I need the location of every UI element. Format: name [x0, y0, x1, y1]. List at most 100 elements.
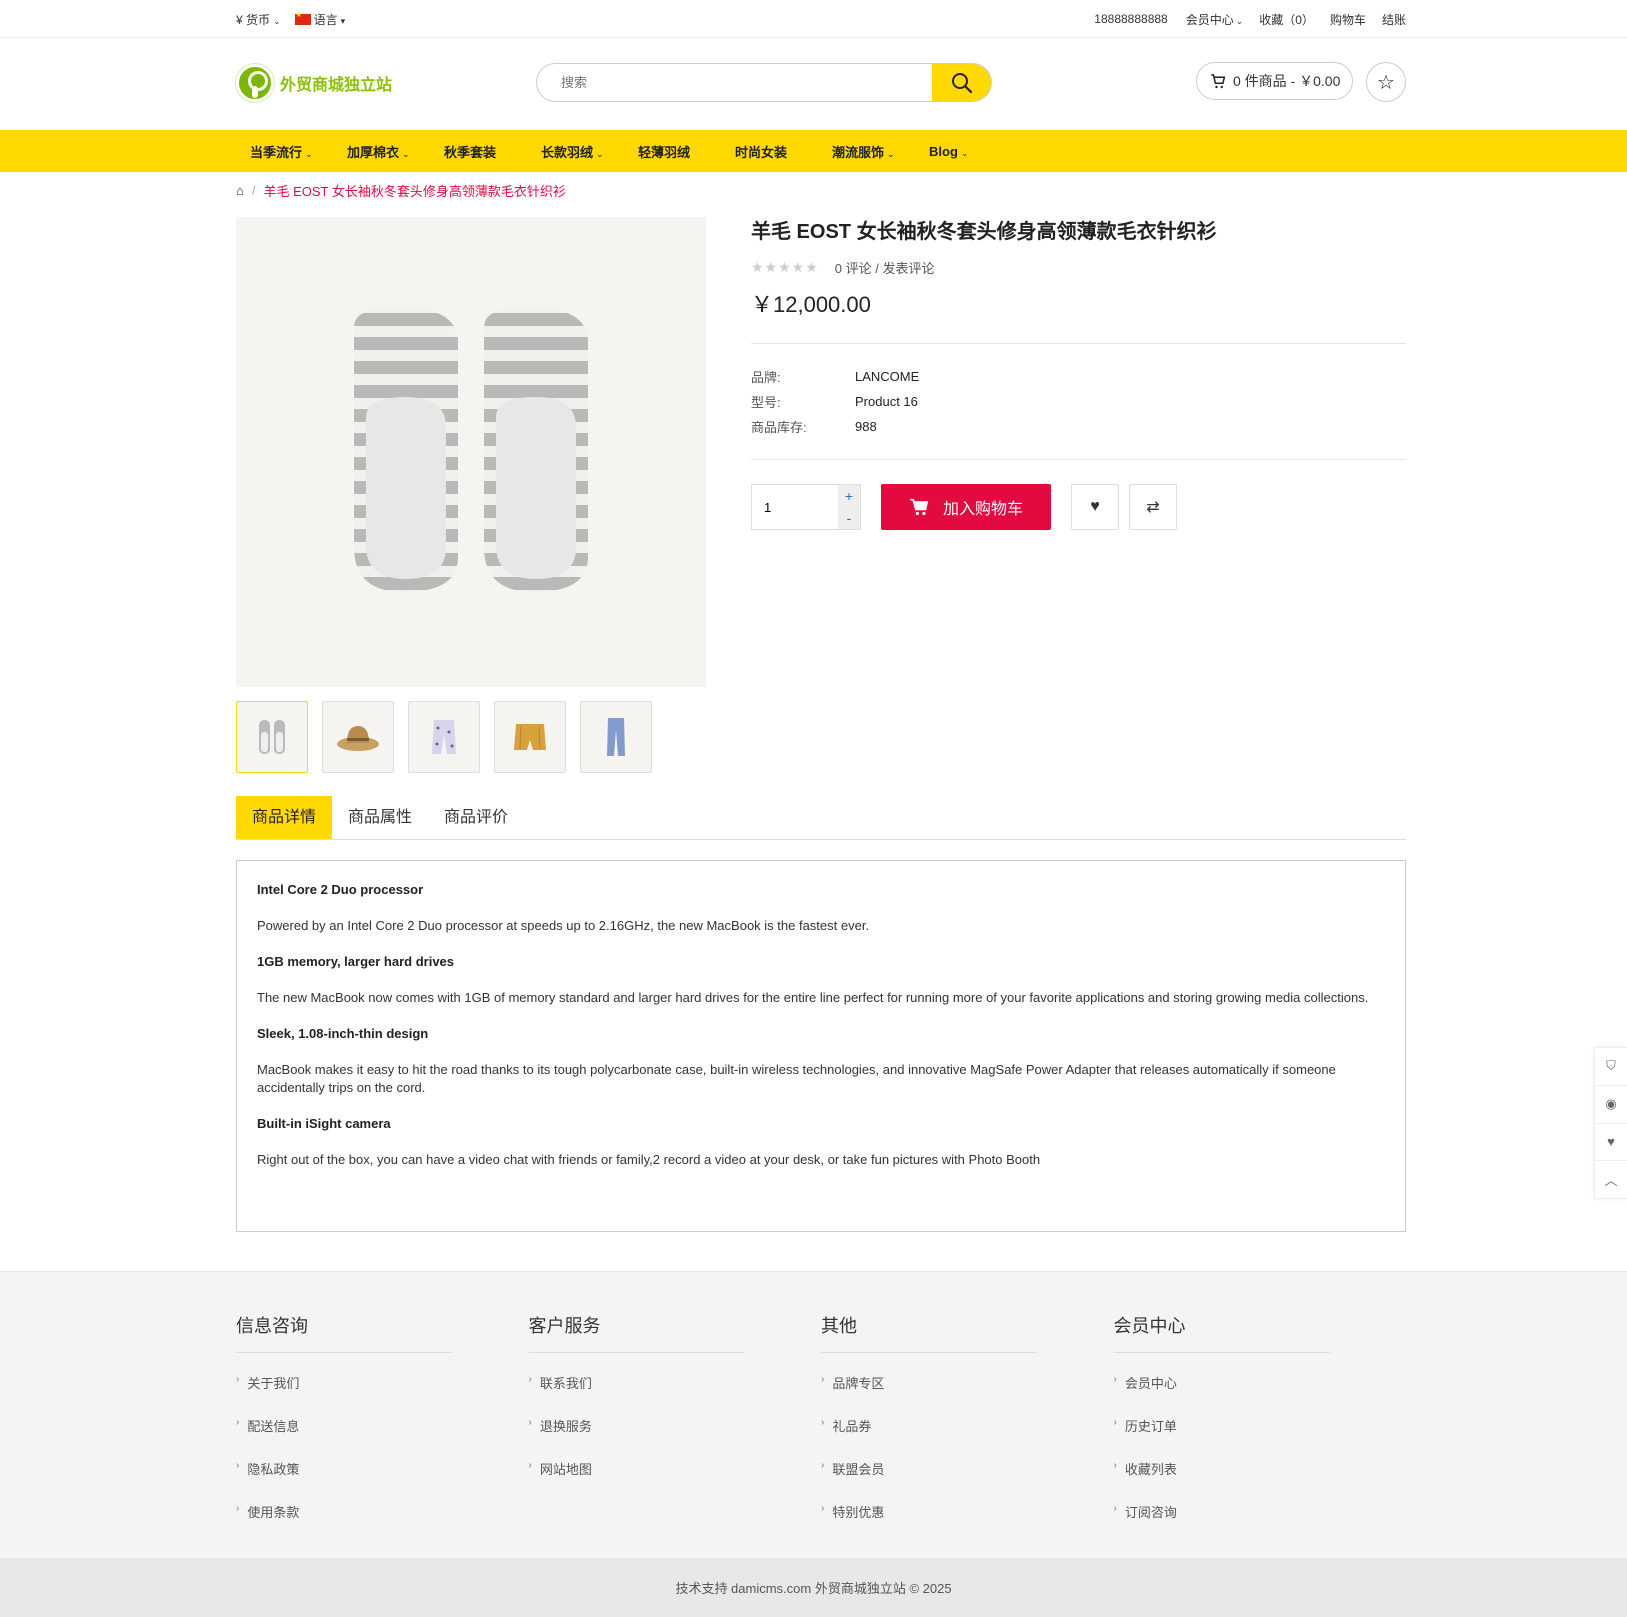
footer-column: 信息咨询 › 关于我们 › 配送信息 › 隐私政策 › 使用条款	[236, 1272, 529, 1545]
quantity-stepper: + -	[751, 484, 861, 530]
chevron-right-icon: ›	[528, 1417, 532, 1428]
chevron-right-icon: ›	[1113, 1417, 1117, 1428]
thumbnail-jeans[interactable]	[580, 701, 652, 773]
footer-link[interactable]: › 特别优惠	[821, 1502, 1114, 1545]
footer: 信息咨询 › 关于我们 › 配送信息 › 隐私政策 › 使用条款 客户服务 › 联系我们 › 退换服务 › 网…	[0, 1271, 1627, 1558]
compare-button[interactable]: ⇄	[1129, 484, 1177, 530]
write-review-link[interactable]: 发表评论	[882, 261, 934, 276]
side-account-button[interactable]: ◉	[1595, 1086, 1627, 1124]
footer-link[interactable]: › 品牌专区	[821, 1373, 1114, 1416]
rating-stars-icon: ★★★★★	[751, 259, 819, 275]
side-wishlist-button[interactable]: ♥	[1595, 1124, 1627, 1162]
quantity-input[interactable]	[752, 485, 838, 529]
slippers-image	[354, 307, 588, 592]
footer-link[interactable]: › 礼品券	[821, 1416, 1114, 1459]
footer-link[interactable]: › 联盟会员	[821, 1459, 1114, 1502]
straw-hat-thumb-icon	[337, 726, 379, 751]
thumbnail-straw-hat[interactable]	[322, 701, 394, 773]
rating-row: ★★★★★ 0 评论 / 发表评论	[751, 259, 935, 276]
footer-link-label: 关于我们	[247, 1376, 300, 1391]
logo[interactable]: 外贸商城独立站	[236, 64, 392, 102]
heart-icon: ♥	[1090, 498, 1100, 515]
nav-item-label: 加厚棉衣	[347, 144, 400, 160]
chevron-right-icon: ›	[528, 1460, 532, 1471]
spec-key: 品牌:	[751, 370, 781, 385]
checkout-link[interactable]: 结账	[1382, 11, 1406, 28]
tab-reviews[interactable]: 商品评价	[428, 796, 524, 839]
search-button[interactable]	[932, 64, 991, 101]
currency-dropdown[interactable]: ¥ 货币 ⌄	[236, 11, 281, 28]
product-price: ￥12,000.00	[751, 292, 871, 317]
footer-link-label: 会员中心	[1124, 1376, 1177, 1391]
chevron-right-icon: ›	[236, 1417, 240, 1428]
quantity-decrease-button[interactable]: -	[838, 507, 860, 529]
copyright: 技术支持 damicms.com 外贸商城独立站 © 2025	[0, 1558, 1627, 1617]
footer-link[interactable]: › 联系我们	[529, 1373, 822, 1416]
chevron-right-icon: ›	[821, 1417, 825, 1428]
footer-link[interactable]: › 隐私政策	[236, 1459, 529, 1502]
footer-link-label: 配送信息	[247, 1419, 300, 1434]
description-heading: Intel Core 2 Duo processor	[257, 882, 424, 897]
footer-link[interactable]: › 收藏列表	[1114, 1459, 1407, 1502]
description-paragraph: Powered by an Intel Core 2 Duo processor…	[257, 918, 870, 933]
footer-link-label: 网站地图	[539, 1462, 592, 1477]
chevron-down-icon: ⌄	[402, 148, 410, 159]
footer-link[interactable]: › 网站地图	[529, 1459, 822, 1502]
quantity-increase-button[interactable]: +	[838, 485, 860, 507]
spec-key: 型号:	[751, 395, 781, 410]
account-dropdown[interactable]: 会员中心 ⌄	[1184, 11, 1244, 28]
side-cart-button[interactable]: ⛉	[1595, 1048, 1627, 1086]
footer-column-title: 信息咨询	[236, 1312, 452, 1353]
footer-link-label: 退换服务	[539, 1419, 592, 1434]
main-nav: 当季流行 ⌄ 加厚棉衣 ⌄ 秋季套装 长款羽绒 ⌄ 轻薄羽绒 时尚女装 潮流服饰 ⌄ Blog ⌄	[0, 130, 1627, 172]
nav-item[interactable]: 长款羽绒 ⌄	[527, 142, 624, 161]
nav-item[interactable]: 时尚女装	[721, 142, 818, 161]
cart-summary-button[interactable]: 0 件商品 - ￥0.00	[1196, 62, 1354, 100]
footer-link[interactable]: › 配送信息	[236, 1416, 529, 1459]
back-to-top-button[interactable]: ︿	[1595, 1161, 1627, 1198]
thumbnail-slippers[interactable]	[236, 701, 308, 773]
thumbnail-floral-pants[interactable]	[408, 701, 480, 773]
footer-column: 会员中心 › 会员中心 › 历史订单 › 收藏列表 › 订阅咨询	[1113, 1272, 1407, 1545]
spec-value: LANCOME	[855, 369, 920, 384]
footer-link[interactable]: › 使用条款	[236, 1502, 529, 1545]
footer-link[interactable]: › 关于我们	[236, 1373, 529, 1416]
nav-item[interactable]: Blog ⌄	[915, 144, 1012, 159]
nav-item[interactable]: 轻薄羽绒	[624, 142, 721, 161]
language-dropdown[interactable]: 语言▾	[294, 11, 345, 28]
chevron-right-icon: ›	[821, 1460, 825, 1471]
footer-link[interactable]: › 订阅咨询	[1114, 1502, 1407, 1545]
footer-link[interactable]: › 会员中心	[1114, 1373, 1407, 1416]
nav-item[interactable]: 当季流行 ⌄	[236, 142, 333, 161]
slippers-thumb-icon	[259, 720, 285, 754]
nav-item[interactable]: 潮流服饰 ⌄	[818, 142, 915, 161]
yellow-shorts-thumb-icon	[514, 724, 546, 750]
footer-link-label: 收藏列表	[1124, 1462, 1177, 1477]
product-description: Intel Core 2 Duo processor Powered by an …	[236, 860, 1406, 1232]
footer-link[interactable]: › 退换服务	[529, 1416, 822, 1459]
chevron-right-icon: ›	[528, 1374, 532, 1385]
tab-attributes[interactable]: 商品属性	[332, 796, 428, 839]
breadcrumb-separator: /	[251, 182, 256, 198]
footer-column-title: 会员中心	[1113, 1312, 1330, 1353]
footer-link-label: 特别优惠	[832, 1505, 885, 1520]
favorites-button[interactable]: ☆	[1366, 62, 1406, 102]
breadcrumb-current[interactable]: 羊毛 EOST 女长袖秋冬套头修身高领薄款毛衣针织衫	[263, 181, 565, 200]
reviews-link[interactable]: 0 评论	[835, 261, 872, 276]
description-paragraph: Right out of the box, you can have a vid…	[257, 1152, 1041, 1167]
footer-link[interactable]: › 历史订单	[1114, 1416, 1407, 1459]
nav-item[interactable]: 加厚棉衣 ⌄	[333, 142, 430, 161]
home-icon[interactable]: ⌂	[236, 183, 244, 198]
nav-item[interactable]: 秋季套装	[430, 142, 527, 161]
thumbnail-yellow-shorts[interactable]	[494, 701, 566, 773]
heart-icon: ♥	[1607, 1134, 1615, 1150]
search-input[interactable]	[537, 64, 932, 101]
add-to-cart-button[interactable]: 加入购物车	[881, 484, 1051, 530]
add-to-wishlist-button[interactable]: ♥	[1071, 484, 1119, 530]
chevron-down-icon: ⌄	[887, 148, 895, 159]
nav-item-label: Blog	[929, 143, 958, 159]
product-main-image[interactable]	[236, 217, 706, 687]
cart-link[interactable]: 购物车	[1330, 11, 1366, 28]
tab-details[interactable]: 商品详情	[236, 796, 333, 839]
wishlist-link[interactable]: 收藏（0）	[1259, 11, 1314, 28]
